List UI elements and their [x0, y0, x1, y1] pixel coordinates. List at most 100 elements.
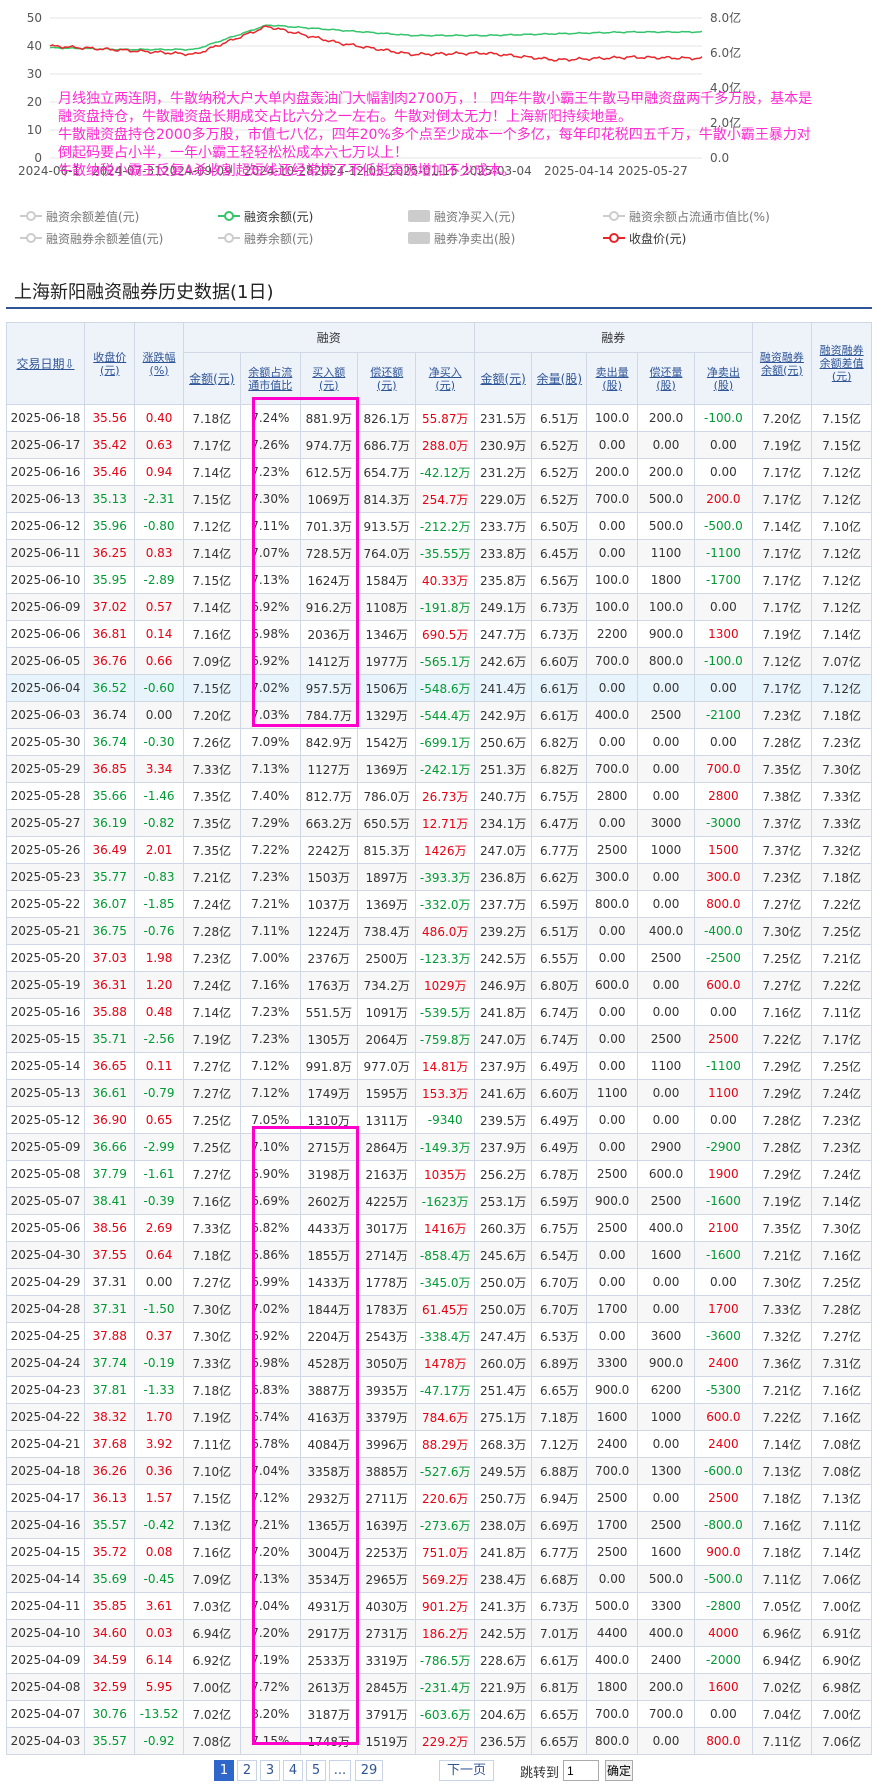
- legend-item[interactable]: 融资净买入(元): [408, 206, 515, 226]
- header-sec-sell[interactable]: 卖出量 (股): [586, 352, 638, 405]
- table-cell: 700.0: [694, 755, 753, 783]
- table-cell: 2025-05-13: [6, 1079, 85, 1107]
- table-cell: -1.46: [134, 782, 184, 810]
- page-link[interactable]: 4: [283, 1760, 303, 1781]
- table-cell: 2500万: [356, 944, 417, 972]
- table-row: 2025-06-11 36.25 0.83 7.14亿 7.07% 728.5万 764.0…: [6, 539, 872, 567]
- table-row: 2025-04-16 35.57 -0.42 7.13亿 7.21% 1365万 1639万…: [6, 1511, 872, 1539]
- legend-item[interactable]: 融资余额差值(元): [20, 206, 139, 226]
- header-trade-date[interactable]: 交易日期⇩: [6, 322, 85, 405]
- header-sec-net[interactable]: 净卖出 (股): [694, 352, 753, 405]
- header-fin-net[interactable]: 净买入 (元): [415, 352, 475, 405]
- header-sec-volume[interactable]: 余量(股): [531, 352, 588, 405]
- table-cell: 4000: [694, 1619, 753, 1647]
- table-cell: 6.55万: [531, 944, 588, 972]
- table-cell: 38.32: [83, 1403, 136, 1431]
- table-cell: 7.12%: [239, 1052, 301, 1080]
- table-cell: 6.60万: [531, 647, 588, 675]
- table-cell: 1800: [586, 1673, 638, 1701]
- table-cell: 600.0: [694, 1403, 753, 1431]
- page-link[interactable]: 29: [355, 1760, 383, 1781]
- table-cell: 814.3万: [356, 485, 417, 513]
- table-cell: -0.39: [134, 1187, 184, 1215]
- table-row: 2025-05-19 36.31 1.20 7.24亿 7.16% 1763万 734.2万…: [6, 971, 872, 999]
- header-close[interactable]: 收盘价 (元): [83, 322, 136, 405]
- left-axis-tick: 20: [27, 95, 42, 109]
- legend-item[interactable]: 融券余额(元): [218, 228, 313, 248]
- table-cell: 7.72%: [239, 1673, 301, 1701]
- table-cell: 2025-04-15: [6, 1538, 85, 1566]
- table-cell: 7.16亿: [182, 620, 241, 648]
- table-cell: 0.36: [134, 1457, 184, 1485]
- header-balance-diff[interactable]: 融资融券 余额差值 (元): [811, 322, 872, 405]
- legend-item[interactable]: 融资余额(元): [218, 206, 313, 226]
- header-fin-balance[interactable]: 金额(元): [182, 352, 241, 405]
- table-cell: 2025-06-09: [6, 593, 85, 621]
- next-page-button[interactable]: 下一页: [439, 1760, 494, 1781]
- legend-item[interactable]: 融资余额占流通市值比(%): [603, 206, 770, 226]
- table-cell: 2.69: [134, 1214, 184, 1242]
- table-cell: 250.0万: [473, 1268, 533, 1296]
- table-cell: 2500: [586, 1484, 638, 1512]
- header-fin-repay[interactable]: 偿还额 (元): [356, 352, 417, 405]
- header-fin-ratio[interactable]: 余额占流 通市值比: [239, 352, 301, 405]
- page-link[interactable]: 1: [214, 1760, 234, 1781]
- table-cell: -1700: [694, 566, 753, 594]
- table-cell: 1037万: [299, 890, 358, 918]
- table-cell: 400.0: [636, 917, 696, 945]
- table-cell: -1.33: [134, 1376, 184, 1404]
- table-cell: 0.00: [694, 998, 753, 1026]
- table-cell: -2.56: [134, 1025, 184, 1053]
- table-cell: 6.59万: [531, 890, 588, 918]
- table-row: 2025-05-09 36.66 -2.99 7.25亿 7.10% 2715万 2864万…: [6, 1133, 872, 1161]
- table-cell: 1506万: [356, 674, 417, 702]
- table-cell: 1311万: [356, 1106, 417, 1134]
- table-cell: 7.35亿: [751, 1214, 813, 1242]
- header-total-balance[interactable]: 融资融券 余额(元): [751, 322, 813, 405]
- header-sec-sell-label: 卖出量: [595, 365, 629, 379]
- header-fin-buy-unit: (元): [319, 378, 339, 392]
- table-cell: 1224万: [299, 917, 358, 945]
- header-sec-repay[interactable]: 偿还量 (股): [636, 352, 696, 405]
- table-cell: 7.22亿: [811, 971, 872, 999]
- left-axis-tick: 50: [27, 11, 42, 25]
- table-cell: 974.7万: [299, 431, 358, 459]
- table-cell: -231.4万: [415, 1673, 475, 1701]
- header-change[interactable]: 涨跌幅 (%): [134, 322, 184, 405]
- jump-confirm-button[interactable]: 确定: [605, 1760, 633, 1781]
- table-cell: 600.0: [636, 1160, 696, 1188]
- table-cell: 35.72: [83, 1538, 136, 1566]
- header-fin-buy[interactable]: 买入额 (元): [299, 352, 358, 405]
- header-sec-balance[interactable]: 金额(元): [473, 352, 533, 405]
- table-cell: 6.52万: [531, 431, 588, 459]
- table-cell: 231.5万: [473, 404, 533, 432]
- legend-item[interactable]: 收盘价(元): [603, 228, 686, 248]
- table-cell: 1365万: [299, 1511, 358, 1539]
- table-cell: 7.13%: [239, 755, 301, 783]
- legend-row-2: 融资融券余额差值(元) 融券余额(元) 融券净卖出(股) 收盘价(元): [20, 228, 878, 250]
- left-axis-tick: 10: [27, 123, 42, 137]
- table-cell: 0.00: [636, 998, 696, 1026]
- table-row: 2025-04-24 37.74 -0.19 7.33亿 6.98% 4528万 3050万…: [6, 1349, 872, 1377]
- legend-item[interactable]: 融资融券余额差值(元): [20, 228, 163, 248]
- legend-item[interactable]: 融券净卖出(股): [408, 228, 515, 248]
- page-link[interactable]: 5: [306, 1760, 326, 1781]
- table-cell: 249.5万: [473, 1457, 533, 1485]
- table-cell: 7.00亿: [182, 1673, 241, 1701]
- table-cell: 500.0: [636, 1565, 696, 1593]
- table-cell: 2500: [636, 1025, 696, 1053]
- table-cell: 1029万: [415, 971, 475, 999]
- table-cell: 0.00: [694, 1106, 753, 1134]
- page-link[interactable]: 3: [260, 1760, 280, 1781]
- jump-page-input[interactable]: [563, 1760, 599, 1781]
- table-cell: -0.80: [134, 512, 184, 540]
- table-cell: 241.6万: [473, 1079, 533, 1107]
- table-cell: 2025-04-07: [6, 1700, 85, 1728]
- table-cell: 3198万: [299, 1160, 358, 1188]
- table-cell: 6.83%: [239, 1376, 301, 1404]
- table-cell: 6.77万: [531, 836, 588, 864]
- table-cell: 35.46: [83, 458, 136, 486]
- page-link[interactable]: 2: [237, 1760, 257, 1781]
- table-cell: 7.20亿: [182, 701, 241, 729]
- table-cell: 1595万: [356, 1079, 417, 1107]
